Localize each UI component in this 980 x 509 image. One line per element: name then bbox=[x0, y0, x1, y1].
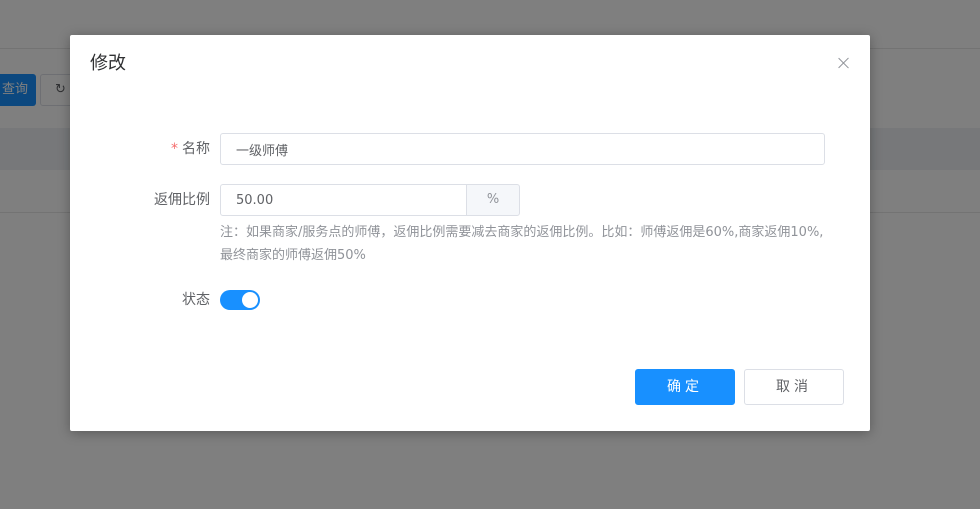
edit-dialog: 修改 *名称 返佣比例 % 注：如果商家/服务点的师傅，返佣比例需要减去商家的返… bbox=[70, 35, 870, 431]
name-label: * 名称 bbox=[171, 141, 210, 157]
status-toggle[interactable] bbox=[220, 290, 260, 310]
close-icon[interactable] bbox=[836, 55, 852, 71]
cancel-button[interactable]: 取消 bbox=[744, 369, 844, 405]
commission-rate-input[interactable] bbox=[220, 184, 467, 216]
percent-suffix: % bbox=[466, 184, 520, 216]
commission-note: 注：如果商家/服务点的师傅，返佣比例需要减去商家的返佣比例。比如：师傅返佣是60… bbox=[220, 225, 824, 263]
dialog-title: 修改 bbox=[90, 53, 126, 74]
confirm-button[interactable]: 确定 bbox=[635, 369, 735, 405]
commission-rate-label: 返佣比例 bbox=[154, 192, 210, 208]
status-label: 状态 bbox=[182, 292, 210, 308]
required-asterisk: * bbox=[171, 141, 178, 157]
name-input[interactable] bbox=[220, 133, 825, 165]
toggle-knob bbox=[242, 292, 258, 308]
